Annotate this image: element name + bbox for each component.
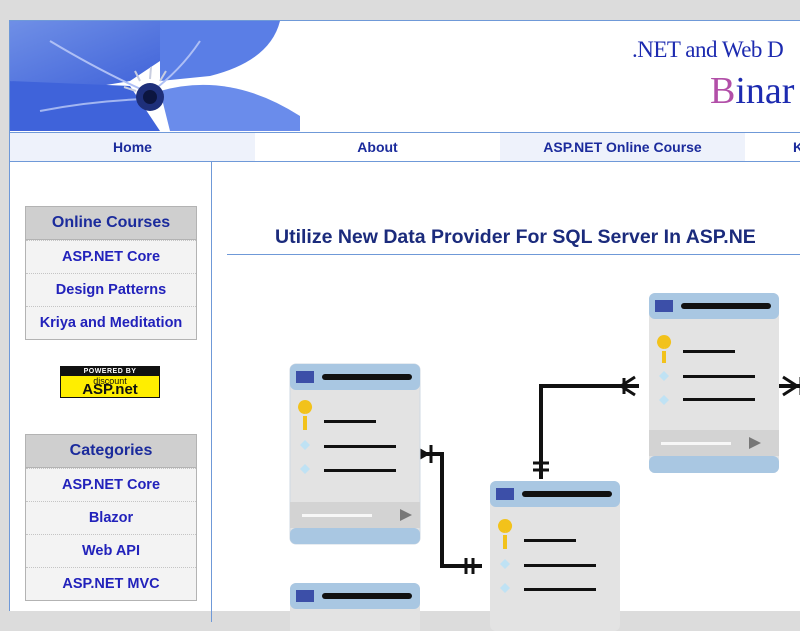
nav-about[interactable]: About (255, 133, 500, 161)
title-divider (227, 254, 800, 255)
powered-by-discount-aspnet-badge[interactable]: POWERED BY discount ASP.net (60, 366, 160, 398)
article-title: Utilize New Data Provider For SQL Server… (275, 226, 756, 248)
page-frame: .NET and Web D Binar Home About ASP.NET … (9, 20, 800, 631)
db-table-right (649, 293, 779, 473)
badge-aspnet: ASP.net (82, 381, 138, 398)
site-header: .NET and Web D Binar (10, 21, 800, 131)
db-table-left (289, 363, 421, 545)
nav-kriya[interactable]: K (745, 133, 800, 161)
sidebar-divider (211, 162, 212, 622)
header-subtitle: .NET and Web D (632, 37, 784, 62)
category-link-aspnet-mvc[interactable]: ASP.NET MVC (26, 567, 196, 600)
badge-powered-by: POWERED BY (61, 367, 159, 376)
course-link-aspnet-core[interactable]: ASP.NET Core (26, 240, 196, 273)
header-brand-name: Binar (710, 69, 794, 113)
course-link-design-patterns[interactable]: Design Patterns (26, 273, 196, 306)
brand-rest: inar (735, 70, 795, 112)
database-relationship-illustration (289, 293, 800, 631)
db-table-bottom-left (290, 583, 420, 631)
category-link-web-api[interactable]: Web API (26, 534, 196, 567)
online-courses-box: Online Courses ASP.NET Core Design Patte… (25, 206, 197, 340)
db-table-middle (490, 481, 620, 631)
category-link-blazor[interactable]: Blazor (26, 501, 196, 534)
nav-aspnet-online-course[interactable]: ASP.NET Online Course (500, 133, 745, 161)
brand-initial: B (710, 70, 736, 112)
nav-home[interactable]: Home (10, 133, 255, 161)
course-link-kriya-meditation[interactable]: Kriya and Meditation (26, 306, 196, 339)
online-courses-title: Online Courses (26, 207, 196, 240)
banner-flower-image (10, 21, 300, 131)
category-link-aspnet-core[interactable]: ASP.NET Core (26, 468, 196, 501)
main-nav: Home About ASP.NET Online Course K (10, 132, 800, 162)
categories-title: Categories (26, 435, 196, 468)
categories-box: Categories ASP.NET Core Blazor Web API A… (25, 434, 197, 601)
